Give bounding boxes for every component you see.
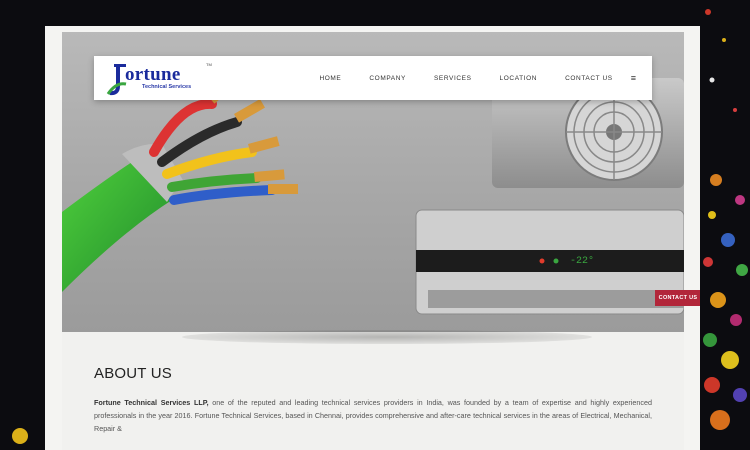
page-sheet: -22° ortune Technical Services TM HOME C… — [45, 26, 700, 450]
nav-home[interactable]: HOME — [319, 75, 341, 82]
top-navbar: ortune Technical Services TM HOME COMPAN… — [94, 56, 652, 100]
contact-us-tab[interactable]: CONTACT US — [655, 290, 700, 306]
nav-contact-us[interactable]: CONTACT US — [565, 75, 613, 82]
company-name: Fortune Technical Services LLP, — [94, 398, 209, 407]
ac-display: -22° — [570, 256, 595, 267]
nav-menu: HOME COMPANY SERVICES LOCATION CONTACT U… — [291, 56, 636, 100]
nav-company[interactable]: COMPANY — [369, 75, 406, 82]
about-heading: ABOUT US — [94, 365, 173, 382]
hero-shadow — [182, 330, 592, 344]
page-content: -22° ortune Technical Services TM HOME C… — [62, 32, 684, 450]
hamburger-icon[interactable]: ≡ — [631, 73, 636, 83]
nav-services[interactable]: SERVICES — [434, 75, 472, 82]
logo-name: ortune — [125, 64, 181, 85]
nav-location[interactable]: LOCATION — [500, 75, 538, 82]
logo-trademark: TM — [206, 62, 212, 67]
logo[interactable]: ortune Technical Services TM — [104, 60, 214, 98]
logo-tagline: Technical Services — [142, 84, 192, 90]
about-paragraph: Fortune Technical Services LLP, one of t… — [94, 396, 652, 435]
